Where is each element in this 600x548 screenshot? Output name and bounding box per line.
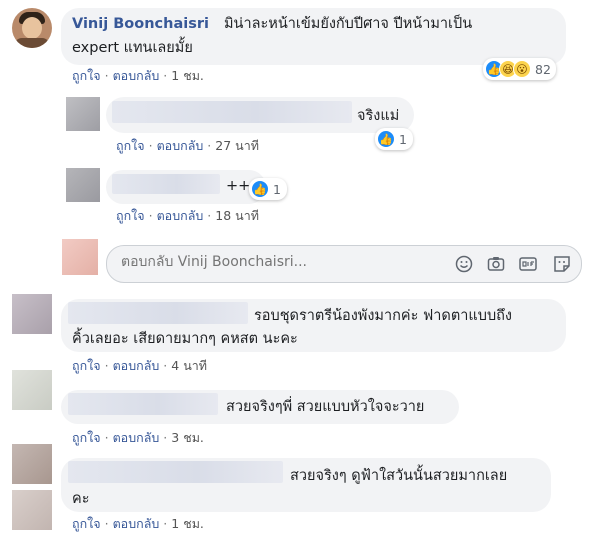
comment-text-line1: สวยจริงๆ ดูฟ้าใสวันนั้นสวยมากเลย (290, 468, 508, 484)
comment-text-line2: expert แทนเลยมั้ย (72, 40, 193, 56)
avatar-face (22, 17, 42, 39)
reply-link[interactable]: ตอบกลับ (113, 68, 160, 84)
reactions-summary-3[interactable]: 👍 1 (249, 178, 287, 200)
like-icon: 👍 (377, 130, 395, 148)
comment-actions-1: ถูกใจ · ตอบกลับ · 1 ชม. (72, 68, 204, 84)
comment-author[interactable]: Vinij Boonchaisri (72, 14, 209, 34)
reaction-count: 1 (399, 131, 407, 147)
avatar-reply-1[interactable] (66, 97, 100, 131)
avatar-comment-5[interactable] (12, 490, 52, 530)
like-link[interactable]: ถูกใจ (72, 358, 101, 374)
reply-composer[interactable] (106, 245, 582, 283)
reply-link[interactable]: ตอบกลับ (157, 208, 204, 224)
emoji-icon[interactable] (455, 255, 473, 273)
comment-time: 3 ชม. (171, 430, 204, 445)
reply-actions-2: ถูกใจ · ตอบกลับ · 18 นาที (116, 208, 259, 224)
reply-actions-1: ถูกใจ · ตอบกลับ · 27 นาที (116, 138, 259, 154)
redacted-name (112, 101, 352, 123)
redacted-name (112, 174, 220, 194)
comment-text: สวยจริงๆพี่ สวยแบบหัวใจจะวาย (226, 399, 425, 415)
comment-text-line2: คะ (72, 491, 90, 507)
avatar-comment-4[interactable] (12, 444, 52, 484)
reply-link[interactable]: ตอบกลับ (113, 430, 160, 446)
avatar-comment-3[interactable] (12, 370, 52, 410)
like-link[interactable]: ถูกใจ (72, 68, 101, 84)
like-link[interactable]: ถูกใจ (72, 516, 101, 532)
avatar-reply-2[interactable] (66, 168, 100, 202)
comment-actions-4: ถูกใจ · ตอบกลับ · 1 ชม. (72, 516, 204, 532)
comment-time: 1 ชม. (171, 516, 204, 531)
reaction-count: 1 (273, 181, 281, 197)
sticker-icon[interactable] (553, 255, 571, 273)
reply-link[interactable]: ตอบกลับ (113, 358, 160, 374)
reply-input[interactable] (121, 254, 451, 270)
reply-text: ++ (226, 178, 251, 194)
redacted-name (68, 393, 218, 415)
avatar-current-user[interactable] (62, 239, 98, 275)
wow-icon: 😮 (513, 60, 531, 78)
comment-actions-3: ถูกใจ · ตอบกลับ · 3 ชม. (72, 430, 204, 446)
comment-actions-2: ถูกใจ · ตอบกลับ · 4 นาที (72, 358, 208, 374)
avatar-comment-2[interactable] (12, 294, 52, 334)
reaction-count: 82 (535, 61, 551, 77)
reply-time: 18 นาที (215, 208, 259, 223)
camera-icon[interactable] (487, 255, 505, 273)
like-link[interactable]: ถูกใจ (116, 138, 145, 154)
like-icon: 👍 (251, 180, 269, 198)
comment-time: 1 ชม. (171, 68, 204, 83)
gif-icon[interactable] (519, 255, 537, 273)
reactions-summary-1[interactable]: 👍 😆 😮 82 (483, 58, 556, 80)
redacted-name (68, 461, 283, 483)
comment-text-line1: มิน่าละหน้าเข้มยังกับปีศาจ ปีหน้ามาเป็น (224, 16, 473, 32)
avatar-shirt (14, 38, 50, 48)
like-link[interactable]: ถูกใจ (116, 208, 145, 224)
comment-time: 4 นาที (171, 358, 208, 373)
comment-text-line2: คิ้วเลยอะ เสียดายมากๆ คหสต นะคะ (72, 331, 298, 347)
redacted-name (68, 302, 248, 324)
reactions-summary-2[interactable]: 👍 1 (375, 128, 413, 150)
comment-text-line1: รอบชุดราตรีน้องพังมากค่ะ ฟาดตาแบบถึง (254, 308, 513, 324)
avatar-vinij[interactable] (12, 8, 52, 48)
reply-time: 27 นาที (215, 138, 259, 153)
reply-text: จริงแม่ (357, 108, 400, 124)
reply-link[interactable]: ตอบกลับ (157, 138, 204, 154)
reply-link[interactable]: ตอบกลับ (113, 516, 160, 532)
like-link[interactable]: ถูกใจ (72, 430, 101, 446)
